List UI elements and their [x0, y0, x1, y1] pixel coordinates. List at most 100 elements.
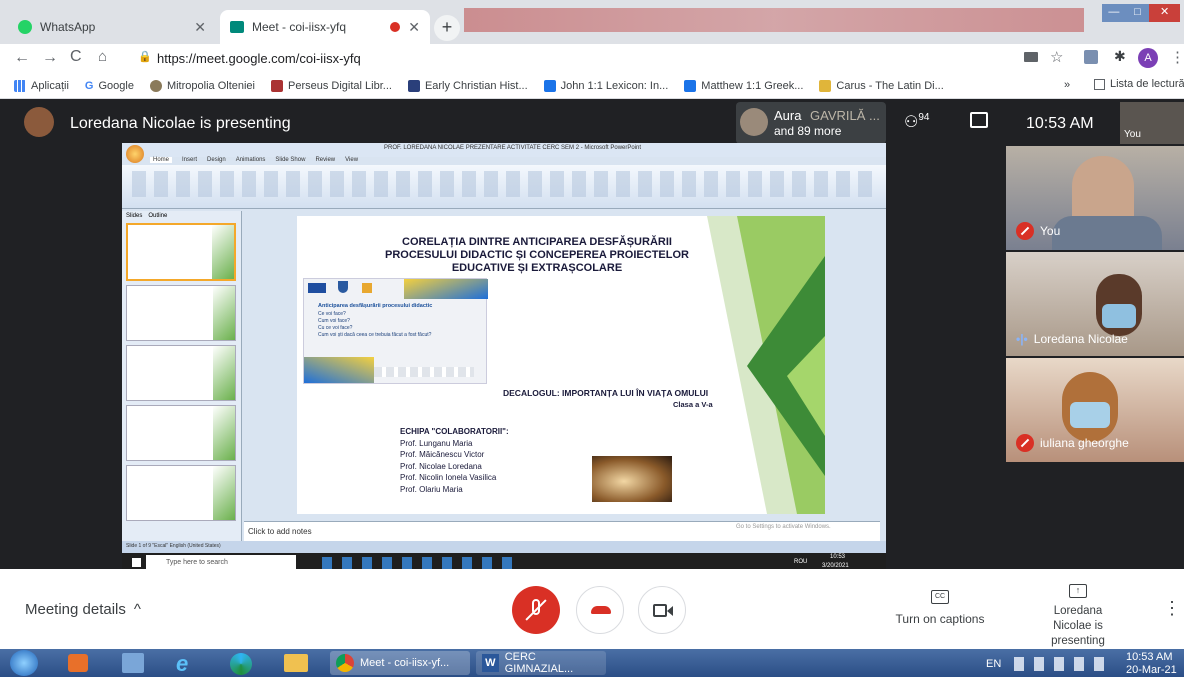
decorative-band: [404, 279, 488, 299]
people-button[interactable]: ⚇ 94: [904, 112, 929, 132]
address-bar-row: ← → C ⌂ 🔒 https://meet.google.com/coi-ii…: [0, 44, 1184, 73]
clasa-line: Clasa a V-a: [673, 400, 713, 409]
extension-icon[interactable]: [1084, 50, 1098, 64]
office-button-icon[interactable]: [126, 145, 144, 163]
titlebar-background: [464, 8, 1084, 32]
more-options-icon[interactable]: ⋮: [1163, 598, 1181, 619]
back-icon[interactable]: ←: [14, 49, 30, 67]
forward-icon[interactable]: →: [42, 49, 58, 67]
camera-toggle-button[interactable]: [638, 586, 686, 634]
tab-strip: WhatsApp ✕ Meet - coi-iisx-yfq ✕ + — □ ✕: [0, 0, 1184, 44]
chat-icon[interactable]: [970, 112, 988, 128]
title-line: PROCESULUI DIDACTIC ȘI CONCEPEREA PROIEC…: [385, 249, 689, 261]
home-icon[interactable]: ⌂: [98, 48, 107, 65]
bookmark-john[interactable]: John 1:1 Lexicon: In...: [543, 79, 668, 92]
slide-thumbnail[interactable]: [126, 405, 236, 461]
tab-outline[interactable]: Outline: [148, 213, 167, 219]
bookmark-perseus[interactable]: Perseus Digital Libr...: [271, 79, 392, 92]
recording-dot-icon: [390, 22, 401, 32]
perseus-icon: [271, 79, 283, 92]
url-field[interactable]: https://meet.google.com/coi-iisx-yfq: [157, 51, 361, 66]
ribbon-tab-design[interactable]: Design: [207, 157, 226, 163]
slide-thumbnail[interactable]: [126, 465, 236, 521]
thumb-decoration: [213, 286, 235, 340]
close-icon[interactable]: ✕: [194, 19, 206, 36]
decorative-band: [304, 357, 374, 383]
thumb-decoration: [213, 466, 235, 520]
slide-thumbnail[interactable]: [126, 223, 236, 281]
system-tray-icons[interactable]: [1014, 657, 1110, 671]
carus-icon: [819, 79, 832, 92]
tray-lang[interactable]: EN: [986, 658, 1001, 670]
ribbon-tabs: Home Insert Design Animations Slide Show…: [150, 157, 358, 163]
menu-icon[interactable]: ⋮: [1170, 48, 1184, 66]
start-button[interactable]: [10, 650, 38, 676]
media-player-icon[interactable]: [68, 654, 88, 672]
team-member: Prof. Nicolin Ionela Vasilica: [400, 473, 497, 482]
ribbon-tab-home[interactable]: Home: [150, 157, 173, 163]
reading-list[interactable]: Lista de lectură: [1094, 78, 1184, 90]
mic-toggle-button[interactable]: [512, 586, 560, 634]
bookmark-label: Matthew 1:1 Greek...: [701, 79, 804, 92]
presenter-avatar: [24, 107, 54, 137]
tab-meet[interactable]: Meet - coi-iisx-yfq ✕: [220, 10, 430, 44]
participant-chip[interactable]: Aura GAVRILĂ ... and 89 more: [736, 102, 886, 144]
star-icon[interactable]: ☆: [1050, 48, 1063, 66]
avatar[interactable]: A: [1138, 48, 1158, 68]
edge-icon[interactable]: [230, 653, 252, 675]
bookmarks-overflow[interactable]: »: [1064, 79, 1070, 91]
bookmark-early-christian[interactable]: Early Christian Hist...: [407, 79, 528, 92]
bookmarks-bar: Aplicații G Google Mitropolia Olteniei Pe…: [0, 73, 1184, 99]
presenting-label: Loredana Nicolae is presenting: [1051, 605, 1105, 647]
taskbar-chrome[interactable]: Meet - coi-iisx-yf...: [330, 651, 470, 675]
taskbar-word[interactable]: W CERC GIMNAZIAL...: [476, 651, 606, 675]
box-title: Anticiparea desfășurării procesului dida…: [318, 303, 433, 309]
tab-slides[interactable]: Slides: [126, 213, 142, 219]
camera-icon[interactable]: [1024, 52, 1038, 62]
slide-decoration: [707, 216, 825, 514]
clock: 10:53 AM: [1026, 115, 1094, 132]
tab-whatsapp[interactable]: WhatsApp ✕: [8, 10, 216, 44]
leave-call-button[interactable]: [576, 586, 624, 634]
book-image: [592, 456, 672, 502]
participant-tile[interactable]: iuliana gheorghe: [1006, 358, 1184, 462]
ribbon-tab-animations[interactable]: Animations: [236, 157, 266, 163]
control-panel-icon[interactable]: [122, 653, 144, 673]
bookmark-carus[interactable]: Carus - The Latin Di...: [819, 79, 944, 92]
internet-explorer-icon[interactable]: e: [176, 651, 188, 677]
presentation-button[interactable]: ↑ Loredana Nicolae is presenting: [1024, 584, 1132, 649]
close-icon[interactable]: ✕: [408, 19, 420, 36]
notes-pane[interactable]: Click to add notes Go to Settings to act…: [244, 521, 880, 541]
captions-button[interactable]: CC Turn on captions: [890, 590, 990, 626]
reading-list-icon: [1094, 78, 1105, 90]
minimize-button[interactable]: —: [1102, 4, 1126, 22]
tray-time: 10:53: [830, 554, 846, 560]
close-window-button[interactable]: ✕: [1149, 4, 1181, 22]
bookmark-apps[interactable]: Aplicații: [14, 79, 69, 92]
bookmark-label: Early Christian Hist...: [424, 79, 528, 92]
participant-tile[interactable]: •|• Loredana Nicolae: [1006, 252, 1184, 356]
ribbon-tab-slideshow[interactable]: Slide Show: [275, 157, 305, 163]
slide-thumbnail[interactable]: [126, 345, 236, 401]
meeting-details-button[interactable]: Meeting details ^: [25, 601, 141, 618]
chip-more: and 89 more: [774, 124, 842, 138]
new-tab-button[interactable]: +: [434, 15, 460, 41]
bookmark-matthew[interactable]: Matthew 1:1 Greek...: [684, 79, 804, 92]
ribbon-tab-review[interactable]: Review: [315, 157, 335, 163]
ribbon-tab-insert[interactable]: Insert: [182, 157, 197, 163]
participant-video: [1070, 402, 1110, 428]
ppt-window-title: PROF. LOREDANA NICOLAE PREZENTARE ACTIVI…: [384, 145, 642, 151]
reload-icon[interactable]: C: [70, 48, 82, 66]
activation-watermark: Go to Settings to activate Windows.: [736, 524, 831, 530]
maximize-button[interactable]: □: [1125, 4, 1150, 22]
puzzle-icon[interactable]: ✱: [1114, 48, 1126, 65]
bookmark-mitropolia[interactable]: Mitropolia Olteniei: [149, 79, 255, 92]
bookmark-google[interactable]: G Google: [85, 80, 134, 92]
bookmark-label: Aplicații: [31, 79, 69, 92]
participant-tile[interactable]: You: [1006, 146, 1184, 250]
slide-thumbnail[interactable]: [126, 285, 236, 341]
participant-name: You: [1040, 224, 1061, 238]
ribbon-tab-view[interactable]: View: [345, 157, 358, 163]
file-explorer-icon[interactable]: [284, 654, 308, 672]
chrome-icon: [336, 654, 354, 672]
